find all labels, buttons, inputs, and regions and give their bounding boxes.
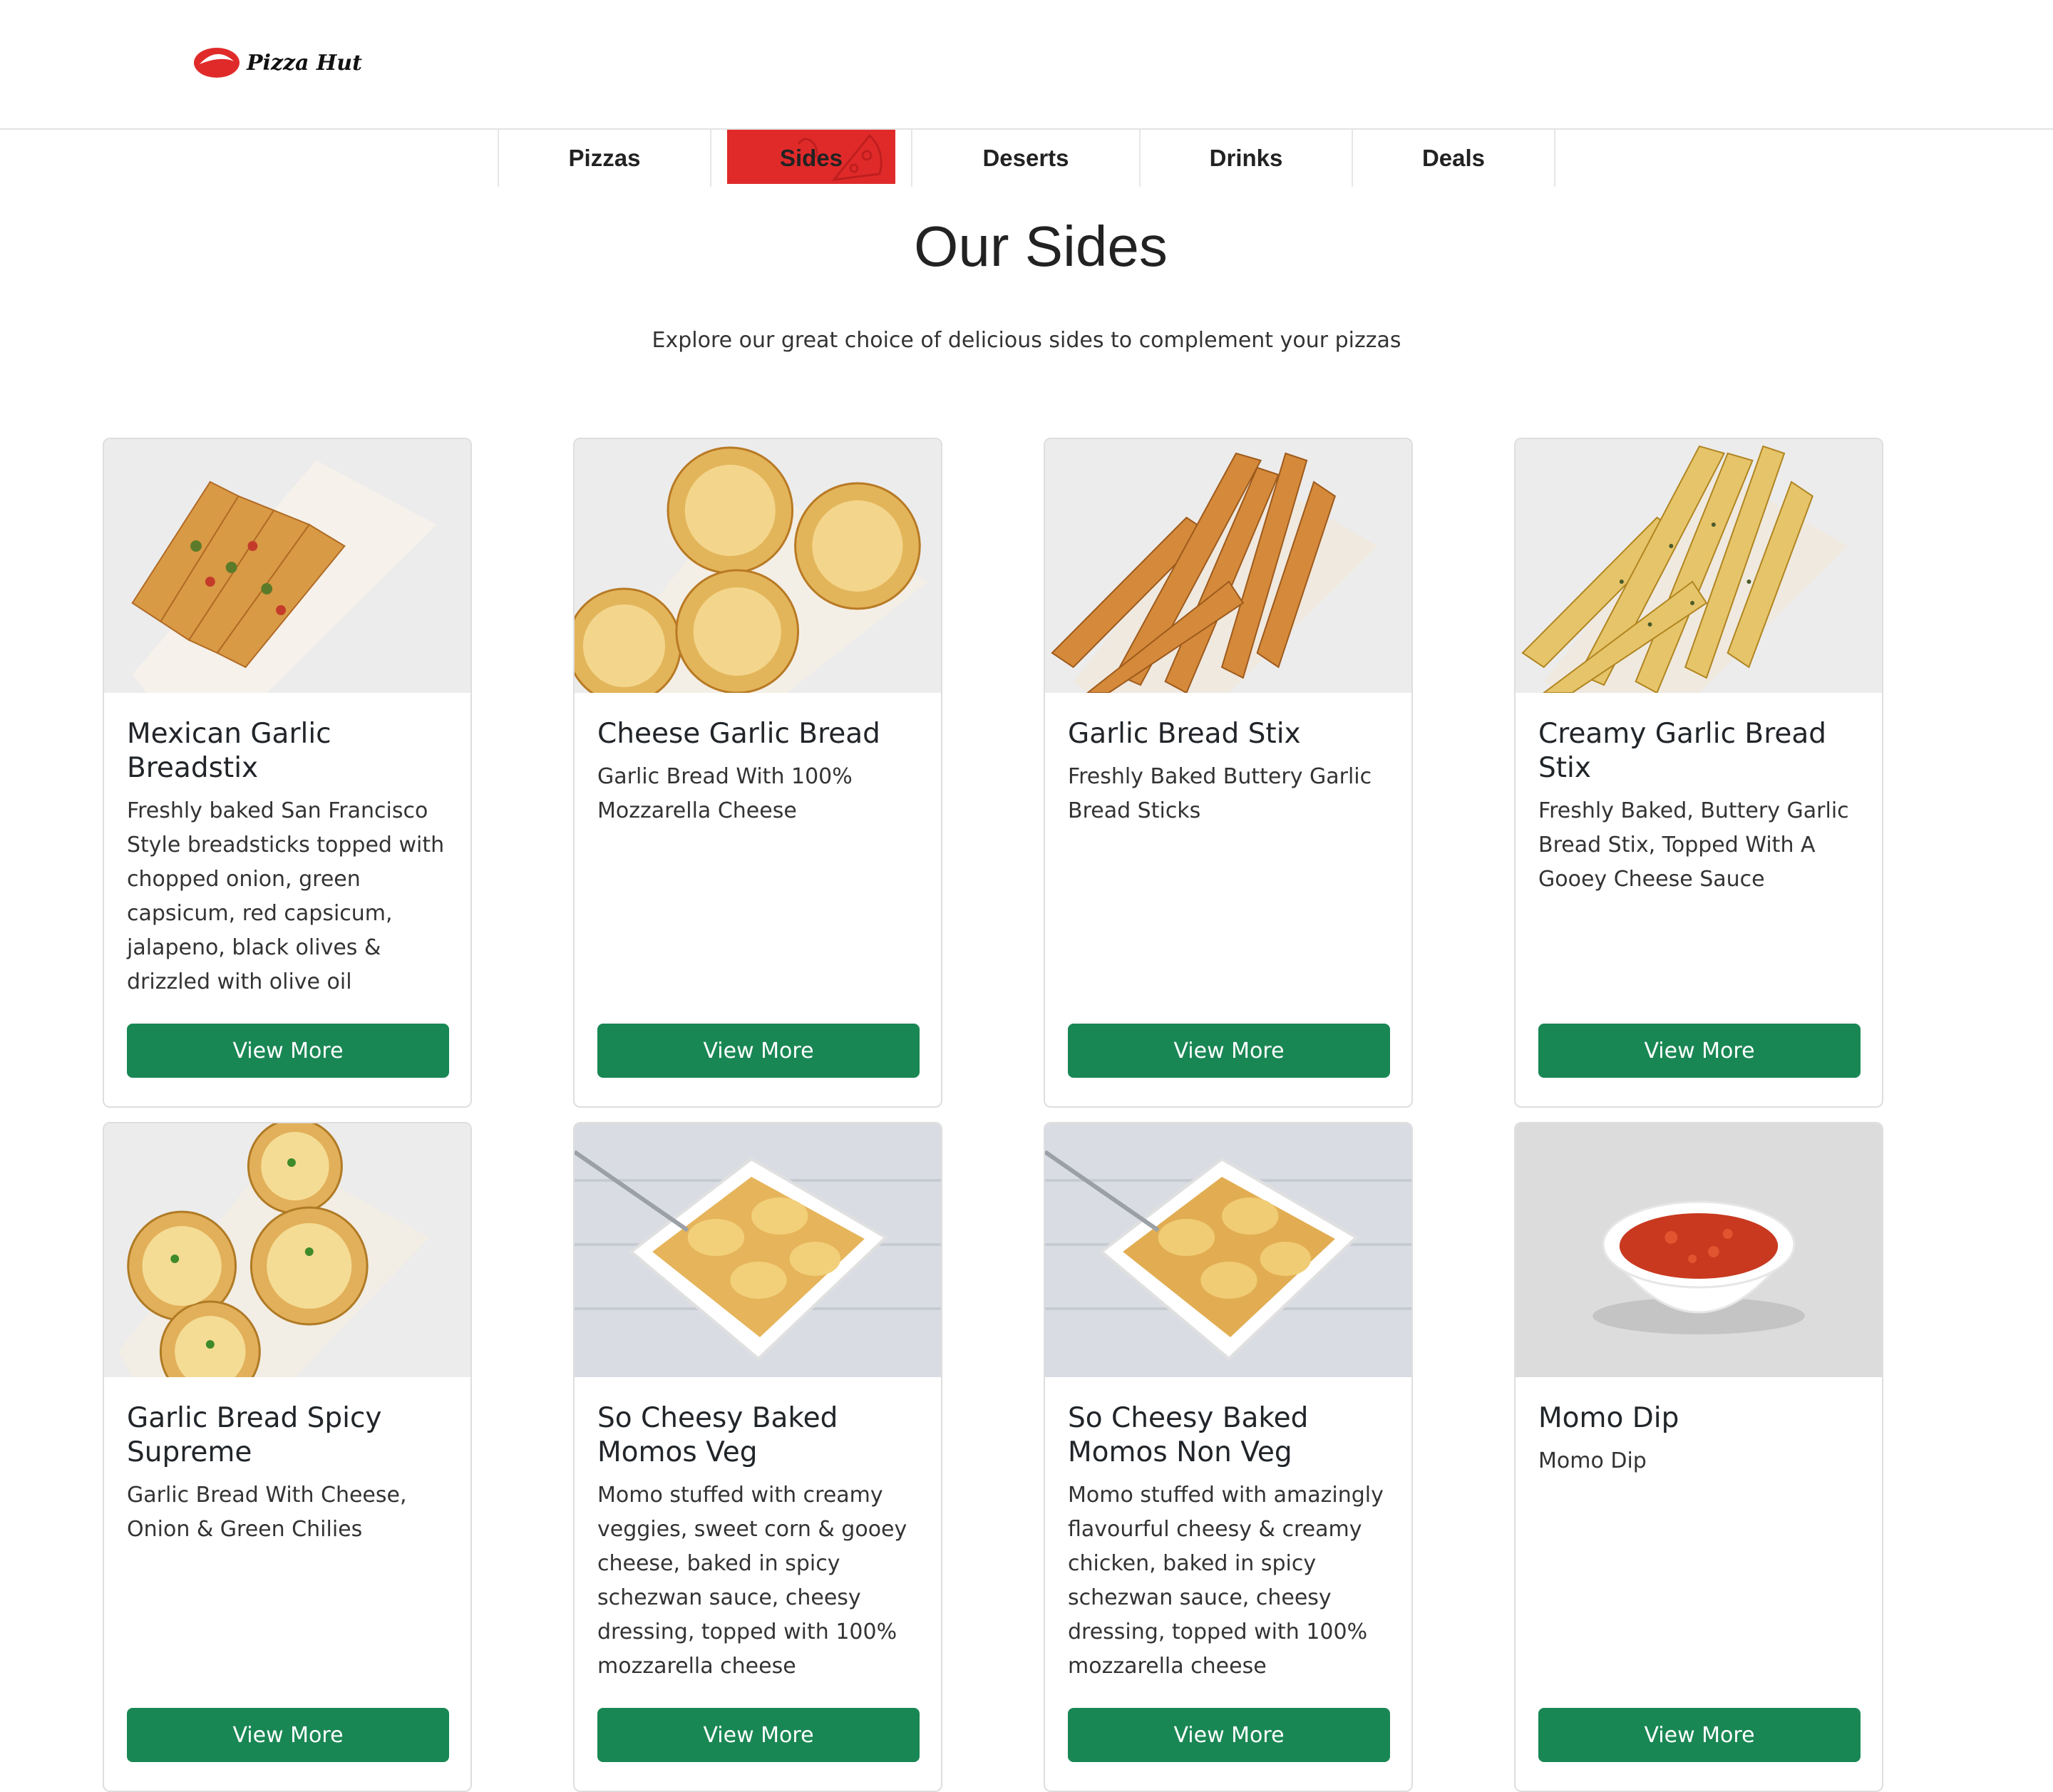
product-description: Freshly Baked, Buttery Garlic Bread Stix… [1538,798,1849,892]
product-card: Garlic Bread Spicy Supreme Garlic Bread … [103,1122,472,1792]
product-description: Freshly baked San Francisco Style breads… [127,798,445,994]
product-card: So Cheesy Baked Momos Veg Momo stuffed w… [573,1122,942,1792]
product-title: Cheese Garlic Bread [597,718,880,750]
product-title: Creamy Garlic Bread Stix [1538,718,1827,784]
baked-momos-nonveg-image [1045,1123,1411,1377]
product-description: Momo Dip [1538,1448,1647,1473]
tab-deals[interactable]: Deals [1352,130,1555,187]
tab-pizzas[interactable]: Pizzas [498,130,710,187]
view-more-button[interactable]: View More [127,1024,449,1078]
cheese-garlic-bread-image [575,439,941,693]
tab-label: Sides [779,145,843,171]
product-description: Momo stuffed with creamy veggies, sweet … [597,1483,907,1679]
view-more-button[interactable]: View More [1538,1024,1861,1078]
view-more-button[interactable]: View More [1538,1708,1861,1762]
view-more-button[interactable]: View More [127,1708,449,1762]
view-more-button[interactable]: View More [1068,1024,1390,1078]
product-card: Garlic Bread Stix Freshly Baked Buttery … [1044,438,1413,1108]
garlic-bread-stix-image [1045,439,1411,693]
site-header: Pizza Hut [0,0,2053,130]
product-title: Garlic Bread Stix [1068,718,1301,750]
pizza-hut-logo[interactable]: Pizza Hut [192,43,378,83]
product-description: Freshly Baked Buttery Garlic Bread Stick… [1068,764,1372,823]
category-tabs: Pizzas Sides Deserts Drinks Deals [498,130,1555,187]
product-card: So Cheesy Baked Momos Non Veg Momo stuff… [1044,1122,1413,1792]
view-more-button[interactable]: View More [597,1708,920,1762]
product-card: Mexican Garlic Breadstix Freshly baked S… [103,438,472,1108]
creamy-garlic-bread-stix-image [1516,439,1882,693]
product-title: So Cheesy Baked Momos Non Veg [1068,1402,1309,1468]
tab-label: Deserts [982,145,1069,171]
product-description: Garlic Bread With Cheese, Onion & Green … [127,1483,407,1542]
tab-drinks[interactable]: Drinks [1139,130,1352,187]
product-card: Creamy Garlic Bread Stix Freshly Baked, … [1514,438,1883,1108]
view-more-button[interactable]: View More [1068,1708,1390,1762]
page-title: Our Sides [914,215,1168,278]
product-title: So Cheesy Baked Momos Veg [597,1402,838,1468]
baked-momos-veg-image [575,1123,941,1377]
tab-label: Pizzas [568,145,641,171]
svg-text:Pizza Hut: Pizza Hut [246,51,362,76]
product-title: Garlic Bread Spicy Supreme [127,1402,382,1468]
tab-sides[interactable]: Sides [710,130,911,187]
product-card: Momo Dip Momo Dip View More [1514,1122,1883,1792]
tab-label: Drinks [1209,145,1283,171]
view-more-button[interactable]: View More [597,1024,920,1078]
mexican-breadstix-image [104,439,470,693]
product-description: Momo stuffed with amazingly flavourful c… [1068,1483,1384,1679]
tab-label: Deals [1421,145,1486,171]
product-description: Garlic Bread With 100% Mozzarella Cheese [597,764,853,823]
garlic-bread-spicy-supreme-image [104,1123,470,1377]
page-subtitle: Explore our great choice of delicious si… [652,328,1401,353]
tab-deserts[interactable]: Deserts [911,130,1139,187]
product-title: Mexican Garlic Breadstix [127,718,331,784]
momo-dip-image [1516,1123,1882,1377]
product-card: Cheese Garlic Bread Garlic Bread With 10… [573,438,942,1108]
product-title: Momo Dip [1538,1402,1679,1434]
